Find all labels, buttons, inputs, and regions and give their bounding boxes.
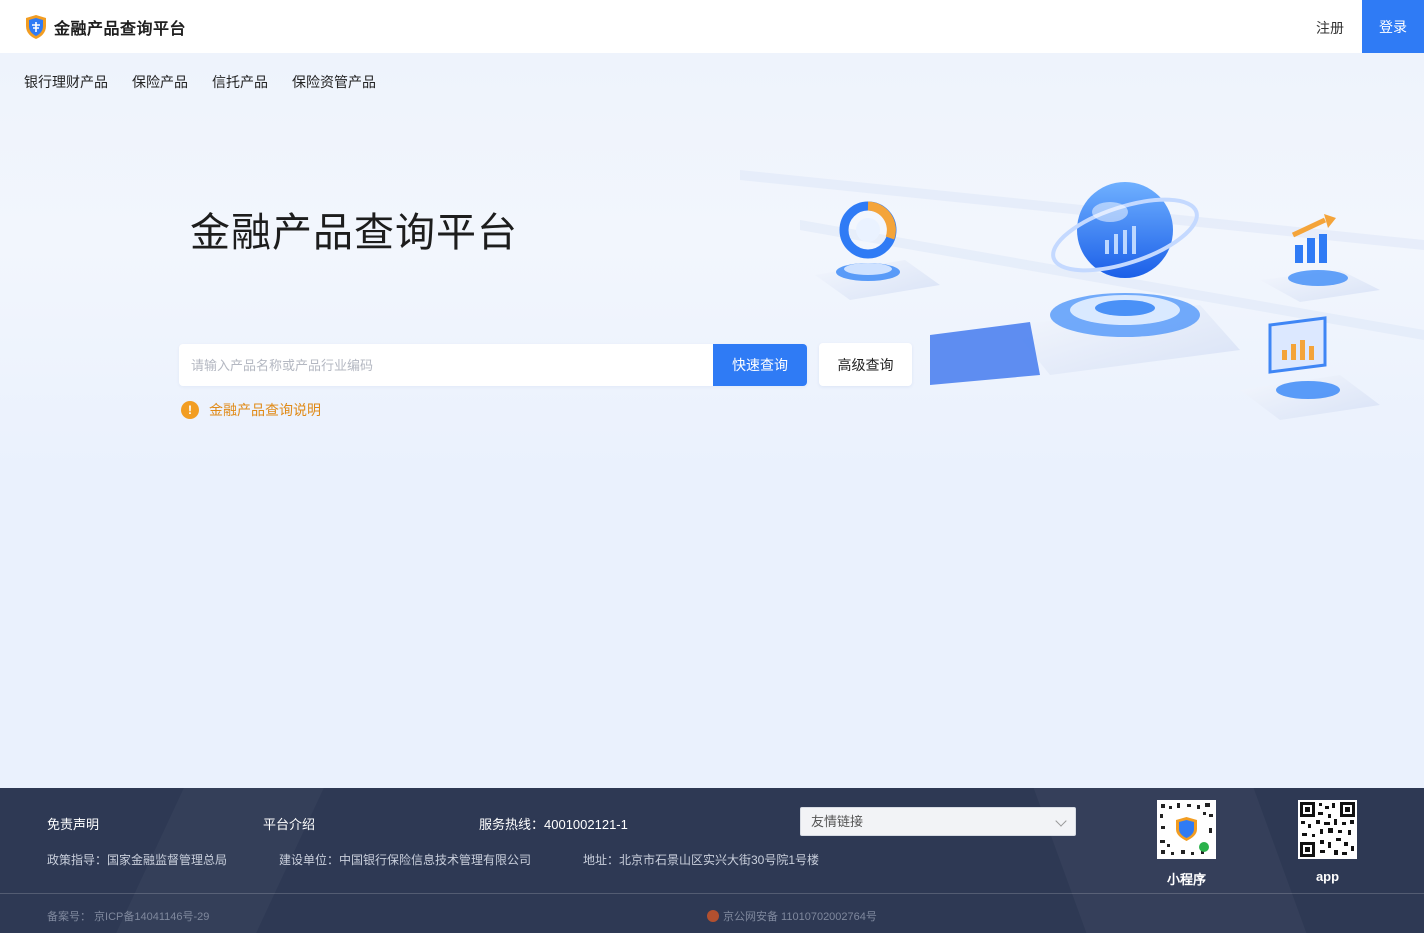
- search-input[interactable]: [179, 344, 713, 386]
- category-nav: 银行理财产品 保险产品 信托产品 保险资管产品: [24, 73, 400, 91]
- register-link[interactable]: 注册: [1316, 18, 1344, 38]
- brand[interactable]: 金融产品查询平台: [24, 14, 186, 40]
- advanced-search-button[interactable]: 高级查询: [819, 343, 912, 386]
- app-label: app: [1315, 869, 1340, 884]
- police-badge-icon: [707, 910, 719, 922]
- police-record-text: 京公网安备 11010702002764号: [723, 911, 877, 923]
- police-record-link[interactable]: 京公网安备 11010702002764号: [707, 908, 877, 924]
- shield-logo-icon: [26, 15, 46, 39]
- login-button[interactable]: 登录: [1362, 0, 1424, 53]
- mini-program-qr-code: [1157, 800, 1216, 859]
- friend-links-select[interactable]: 友情链接: [800, 807, 1076, 836]
- nav-insurance-asset-mgmt[interactable]: 保险资管产品: [292, 73, 376, 91]
- footer: 免责声明 平台介绍 服务热线：4001002121-1 友情链接 政策指导：国家…: [0, 788, 1424, 933]
- mini-program-label: 小程序: [1166, 872, 1206, 887]
- friend-links-value: 友情链接: [811, 814, 864, 829]
- builder-unit: 建设单位：中国银行保险信息技术管理有限公司: [279, 853, 532, 867]
- query-help-link[interactable]: ! 金融产品查询说明: [181, 400, 321, 420]
- platform-intro-link[interactable]: 平台介绍: [263, 814, 315, 833]
- nav-insurance[interactable]: 保险产品: [132, 73, 188, 91]
- app-qr-code: [1298, 800, 1357, 859]
- query-help-text: 金融产品查询说明: [209, 402, 321, 418]
- exclamation-circle-icon: !: [181, 401, 199, 419]
- quick-search-button[interactable]: 快速查询: [713, 344, 807, 386]
- disclaimer-link[interactable]: 免责声明: [47, 814, 99, 833]
- icp-record[interactable]: 备案号： 京ICP备14041146号-29: [47, 908, 209, 924]
- search-box: 快速查询: [179, 344, 807, 386]
- brand-title: 金融产品查询平台: [54, 21, 187, 38]
- hero-title: 金融产品查询平台: [190, 211, 518, 255]
- top-bar: 金融产品查询平台 注册 登录: [0, 0, 1424, 53]
- service-hotline: 服务热线：4001002121-1: [479, 817, 628, 832]
- footer-divider: [0, 893, 1424, 894]
- chevron-down-icon: [1055, 815, 1067, 827]
- address: 地址：北京市石景山区实兴大街30号院1号楼: [583, 853, 820, 867]
- finance-illustration: [740, 170, 1424, 420]
- nav-trust[interactable]: 信托产品: [212, 73, 268, 91]
- nav-bank-wealth[interactable]: 银行理财产品: [24, 73, 108, 91]
- policy-guidance: 政策指导：国家金融监督管理总局: [47, 853, 228, 867]
